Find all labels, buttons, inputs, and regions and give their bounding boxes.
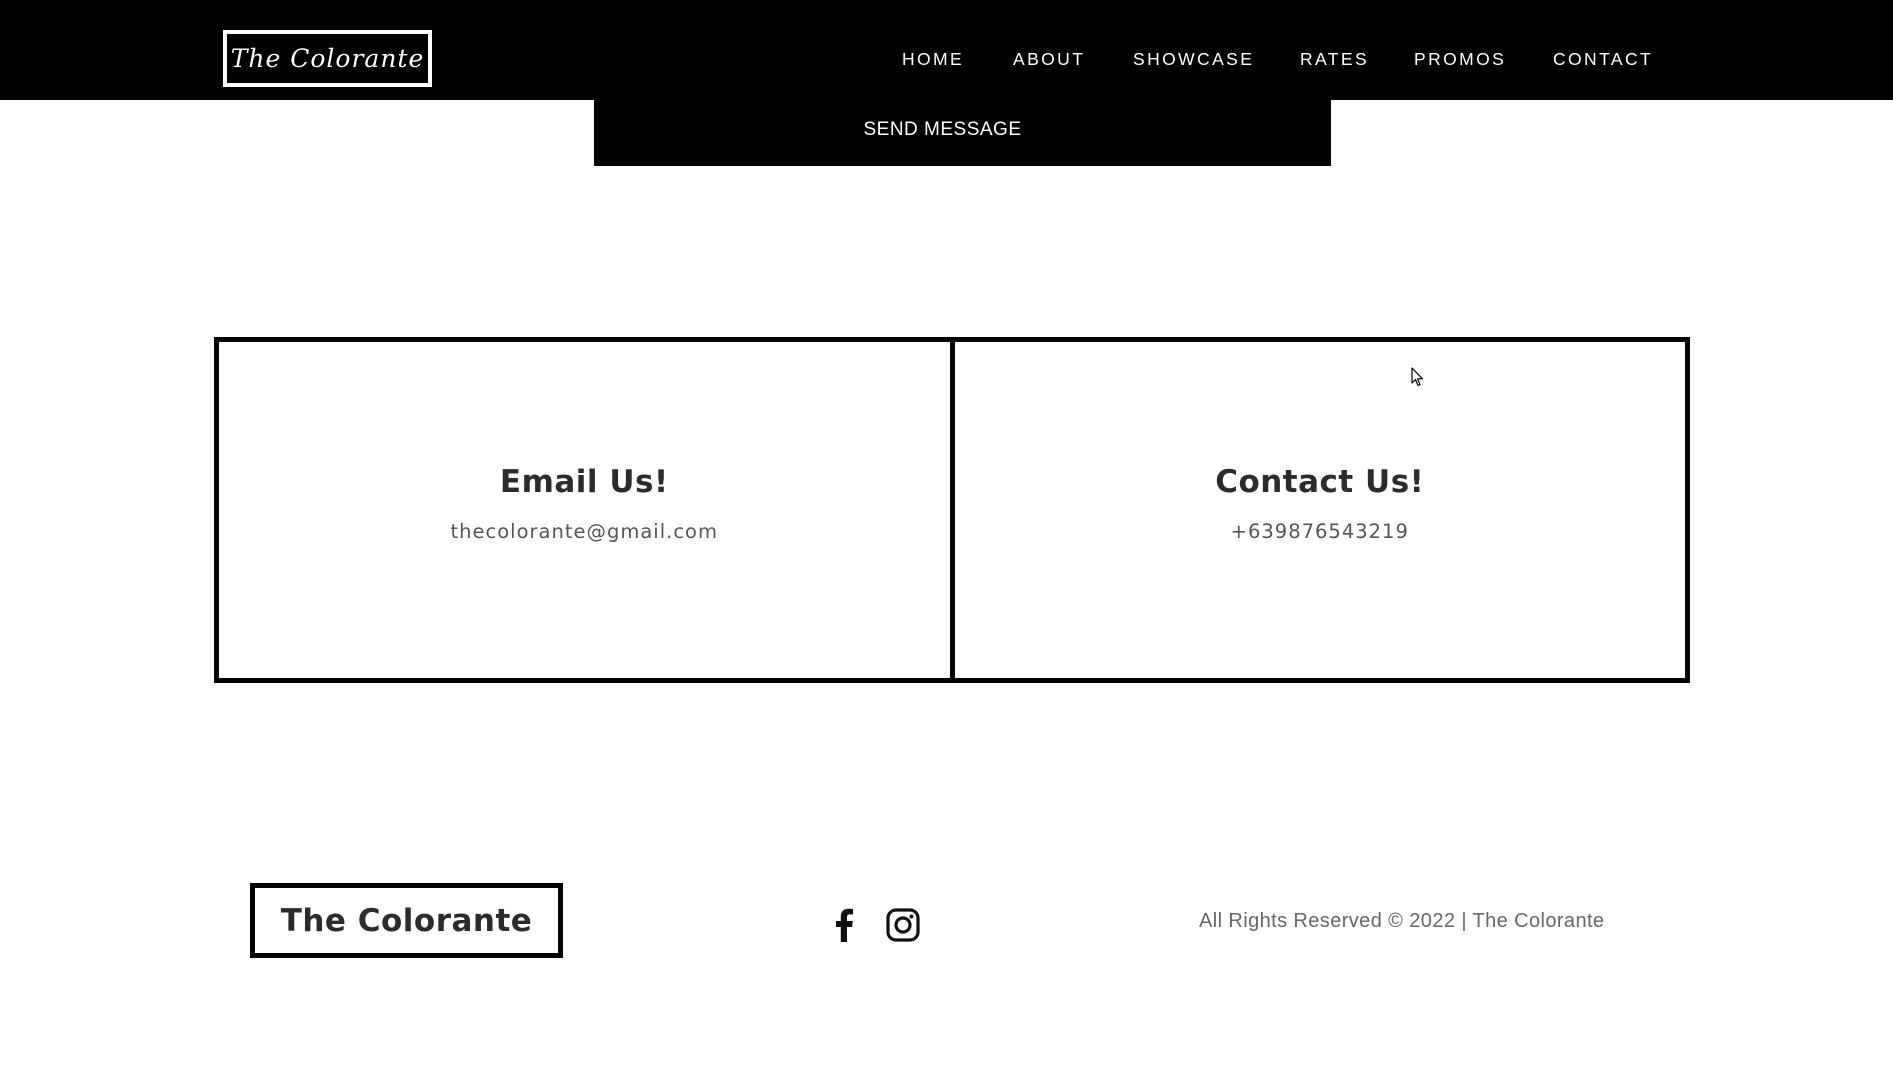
contact-cards: Email Us! thecolorante@gmail.com Contact… — [214, 337, 1690, 683]
phone-number[interactable]: +639876543219 — [1231, 520, 1409, 543]
copyright-text: All Rights Reserved © 2022 | The Coloran… — [1199, 910, 1605, 932]
footer-logo-text: The Colorante — [280, 902, 533, 939]
email-address[interactable]: thecolorante@gmail.com — [451, 520, 718, 543]
facebook-icon[interactable] — [834, 905, 854, 945]
phone-card: Contact Us! +639876543219 — [955, 342, 1686, 678]
nav-item-home[interactable]: HOME — [902, 49, 964, 70]
footer-logo[interactable]: The Colorante — [250, 883, 563, 958]
send-message-button[interactable]: SEND MESSAGE — [594, 100, 1331, 166]
phone-card-title: Contact Us! — [1215, 463, 1425, 500]
nav-item-contact[interactable]: CONTACT — [1553, 49, 1653, 70]
send-message-label: SEND MESSAGE — [863, 119, 1022, 140]
top-navigation-bar: The Colorante HOME ABOUT SHOWCASE RATES … — [0, 0, 1893, 100]
nav-item-rates[interactable]: RATES — [1300, 49, 1369, 70]
mouse-cursor-icon — [1411, 367, 1424, 387]
email-card: Email Us! thecolorante@gmail.com — [219, 342, 955, 678]
instagram-icon[interactable] — [886, 905, 920, 945]
nav-item-promos[interactable]: PROMOS — [1414, 49, 1506, 70]
email-card-title: Email Us! — [499, 463, 669, 500]
nav-item-about[interactable]: ABOUT — [1013, 49, 1085, 70]
main-nav: HOME ABOUT SHOWCASE RATES PROMOS CONTACT — [0, 0, 1893, 100]
nav-item-showcase[interactable]: SHOWCASE — [1133, 49, 1254, 70]
